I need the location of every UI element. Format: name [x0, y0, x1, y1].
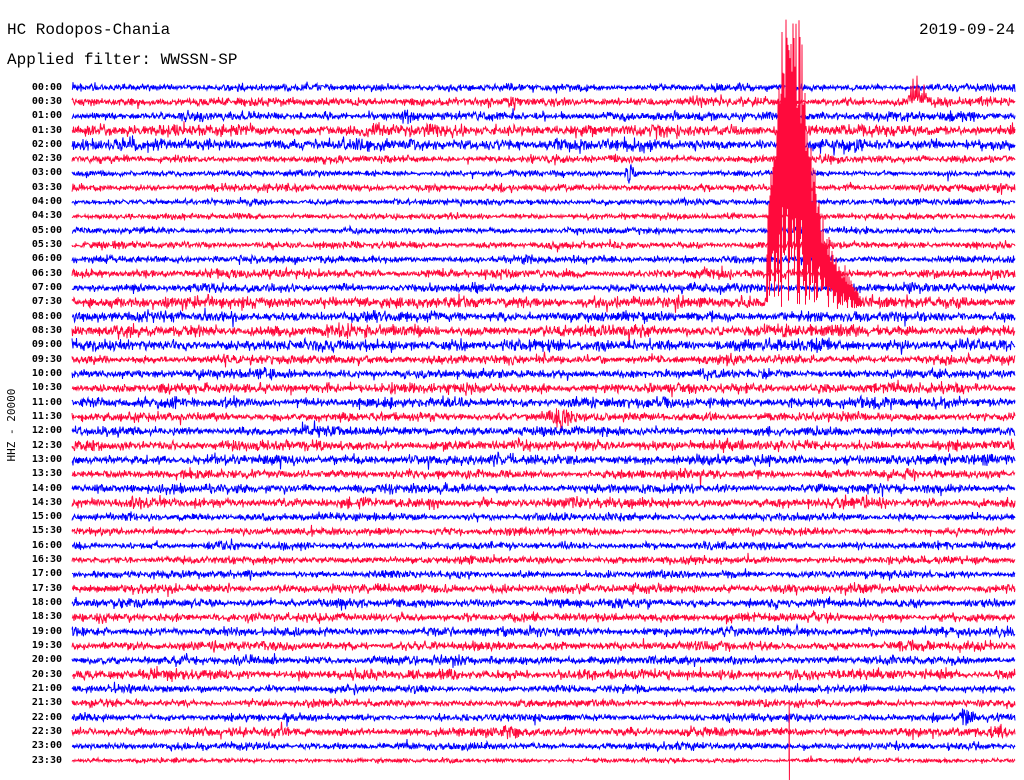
time-label: 10:30 — [31, 382, 62, 394]
trace-00-00 — [71, 81, 1016, 94]
time-label: 20:30 — [31, 668, 62, 680]
time-label: 07:30 — [31, 296, 62, 308]
time-label: 19:30 — [31, 640, 62, 651]
trace-10-30 — [71, 379, 1016, 398]
time-label: 17:30 — [31, 582, 62, 594]
time-label: 08:00 — [31, 310, 62, 322]
time-label: 09:00 — [31, 339, 62, 351]
trace-05-00 — [71, 224, 1016, 236]
trace-22-00 — [71, 708, 1016, 727]
time-label: 03:00 — [31, 167, 62, 179]
time-label: 02:00 — [31, 138, 62, 150]
time-label: 19:00 — [31, 625, 62, 637]
trace-19-30 — [71, 638, 1016, 653]
trace-09-00 — [71, 336, 1016, 355]
trace-01-00 — [71, 108, 1016, 125]
time-label: 06:30 — [31, 267, 62, 279]
time-label: 22:00 — [31, 711, 62, 723]
time-label: 15:00 — [31, 511, 62, 523]
trace-13-30 — [71, 467, 1016, 487]
time-label: 05:00 — [31, 224, 62, 236]
trace-23-30 — [71, 699, 1016, 780]
time-label: 07:00 — [31, 282, 62, 293]
trace-17-00 — [72, 568, 1016, 581]
trace-11-30 — [71, 408, 1016, 432]
time-label: 00:30 — [31, 95, 62, 107]
time-label: 17:00 — [31, 568, 62, 580]
trace-18-00 — [71, 596, 1016, 611]
trace-07-00 — [71, 281, 1016, 295]
trace-15-00 — [71, 511, 1016, 523]
time-label: 12:00 — [31, 425, 62, 437]
time-label: 04:30 — [31, 210, 62, 222]
trace-13-00 — [71, 451, 1016, 470]
time-label: 18:30 — [31, 611, 62, 623]
time-label: 10:00 — [31, 367, 62, 379]
time-label: 14:00 — [31, 482, 62, 494]
time-label: 15:30 — [31, 525, 62, 537]
trace-06-30 — [71, 265, 1016, 281]
time-label: 01:30 — [31, 124, 62, 136]
trace-14-30 — [71, 494, 1016, 511]
time-label: 12:30 — [31, 439, 62, 451]
trace-19-00 — [71, 622, 1016, 639]
trace-04-00 — [71, 196, 1016, 208]
seismogram-traces — [71, 19, 1016, 780]
trace-22-30 — [71, 721, 1016, 741]
time-label: 13:30 — [31, 468, 62, 480]
trace-23-00 — [71, 738, 1016, 753]
time-label: 23:00 — [31, 740, 62, 752]
trace-01-30 — [71, 121, 1016, 140]
time-label: 22:30 — [31, 725, 62, 737]
trace-05-30 — [71, 238, 1016, 253]
trace-20-30 — [71, 665, 1016, 683]
trace-03-00 — [71, 164, 1016, 184]
time-label: 02:30 — [31, 153, 62, 165]
trace-00-30 — [71, 75, 1016, 111]
time-label: 21:30 — [31, 697, 62, 709]
time-label: 11:00 — [31, 396, 62, 408]
time-label: 16:00 — [31, 539, 62, 551]
trace-02-30 — [71, 152, 1016, 166]
time-label: 11:30 — [31, 410, 62, 422]
trace-17-30 — [72, 582, 1016, 598]
time-label: 23:30 — [31, 754, 62, 766]
trace-16-30 — [71, 552, 1016, 566]
trace-03-30 — [71, 181, 1016, 195]
trace-21-30 — [71, 697, 1016, 710]
trace-08-30 — [71, 322, 1016, 347]
trace-15-30 — [71, 524, 1016, 539]
trace-12-00 — [71, 420, 1016, 438]
trace-18-30 — [71, 610, 1016, 625]
time-label: 06:00 — [31, 253, 62, 265]
trace-09-30 — [71, 351, 1016, 368]
time-axis-labels: 00:00 00:30 01:00 01:30 02:00 02:30 03:00 03:30… — [0, 0, 70, 780]
trace-06-00 — [71, 253, 1016, 266]
trace-16-00 — [71, 538, 1016, 552]
time-label: 14:30 — [31, 496, 62, 508]
helicorder-plot: HC Rodopos-Chania Applied filter: WWSSN-… — [0, 0, 1024, 780]
time-label: 08:30 — [31, 324, 62, 336]
time-label: 03:30 — [31, 181, 62, 193]
trace-12-30 — [71, 437, 1016, 454]
time-label: 20:00 — [31, 654, 62, 666]
time-label: 18:00 — [31, 597, 62, 608]
trace-11-00 — [71, 394, 1016, 411]
trace-21-00 — [71, 681, 1016, 696]
trace-08-00 — [71, 307, 1016, 328]
trace-04-30 — [71, 211, 1016, 222]
time-label: 21:00 — [31, 682, 62, 694]
trace-20-00 — [71, 652, 1016, 668]
time-label: 09:30 — [31, 353, 62, 365]
record-date: 2019-09-24 — [918, 21, 1015, 39]
trace-02-00 — [71, 135, 1016, 156]
time-label: 05:30 — [31, 239, 62, 250]
trace-14-00 — [71, 482, 1016, 497]
trace-10-00 — [71, 366, 1016, 382]
time-label: 13:00 — [31, 453, 62, 465]
time-label: 04:00 — [31, 196, 62, 208]
time-label: 00:00 — [31, 81, 62, 93]
time-label: 01:00 — [31, 110, 62, 122]
time-label: 16:30 — [31, 554, 62, 566]
